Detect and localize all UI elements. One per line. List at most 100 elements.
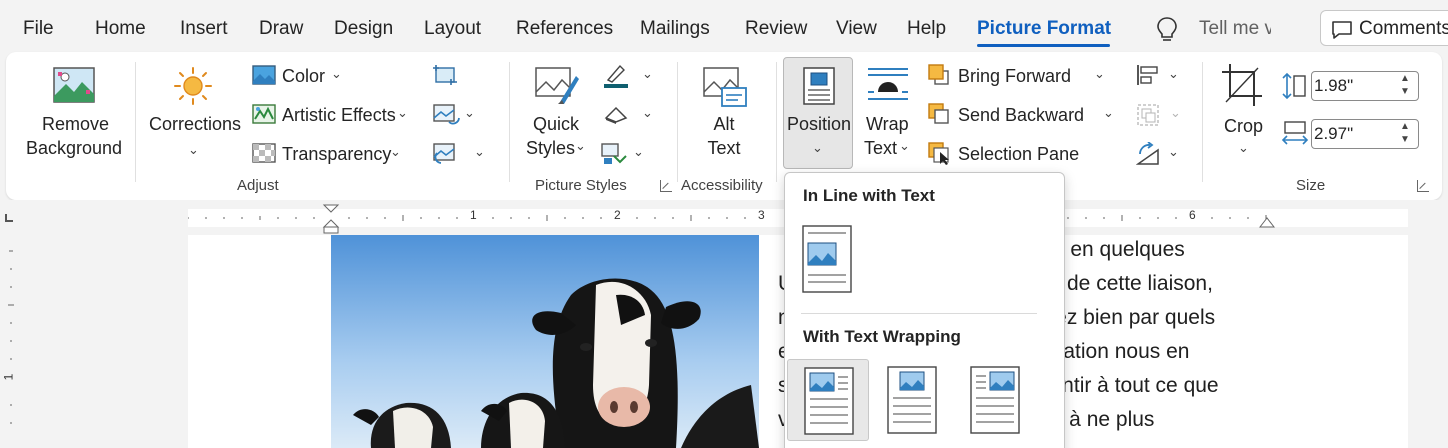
- tab-picture-format[interactable]: Picture Format: [977, 18, 1111, 40]
- tab-review[interactable]: Review: [745, 18, 807, 40]
- position-top-left-option[interactable]: [787, 359, 869, 441]
- chevron-down-icon: ⌄: [331, 66, 342, 81]
- chevron-down-icon: ⌄: [1238, 140, 1249, 155]
- spin-down-icon[interactable]: ▼: [1400, 87, 1410, 97]
- chevron-down-icon: ⌄: [1103, 105, 1114, 120]
- alt-text-line2: Text: [707, 138, 741, 158]
- crop-icon: [1222, 64, 1262, 106]
- chevron-down-icon[interactable]: ⌄: [464, 105, 475, 121]
- remove-background-line2: Background: [25, 138, 123, 158]
- ribbon-separator: [509, 62, 510, 182]
- selected-picture-cows[interactable]: [331, 235, 759, 448]
- tab-insert[interactable]: Insert: [180, 18, 228, 40]
- chevron-down-icon[interactable]: ⌄: [642, 66, 653, 82]
- picture-styles-group-label: Picture Styles: [535, 177, 627, 194]
- spin-down-icon[interactable]: ▼: [1400, 135, 1410, 145]
- crop-label: Crop: [1224, 116, 1264, 136]
- chevron-down-icon[interactable]: ⌄: [1168, 66, 1179, 82]
- width-spinner[interactable]: ▲ ▼: [1311, 119, 1419, 149]
- wrapping-heading: With Text Wrapping: [803, 327, 961, 346]
- right-indent-marker-icon[interactable]: [1259, 217, 1275, 229]
- group-icon: [1137, 104, 1159, 126]
- ribbon-separator: [677, 62, 678, 182]
- remove-background-icon: [53, 67, 95, 103]
- height-spinner[interactable]: ▲ ▼: [1311, 71, 1419, 101]
- align-icon[interactable]: [1136, 64, 1162, 86]
- size-launcher-icon[interactable]: [1417, 180, 1429, 192]
- quick-styles-line1: Quick: [532, 114, 579, 134]
- tab-view[interactable]: View: [836, 18, 877, 40]
- alt-text-line1: Alt: [713, 114, 735, 134]
- width-input[interactable]: [1314, 123, 1394, 145]
- indent-marker-icon[interactable]: [322, 203, 340, 235]
- picture-border-icon[interactable]: [602, 64, 630, 88]
- picture-effects-icon[interactable]: [602, 104, 630, 124]
- chevron-down-icon: ⌄: [812, 140, 823, 155]
- picture-styles-launcher-icon[interactable]: [660, 180, 672, 192]
- tab-file[interactable]: File: [23, 18, 54, 40]
- reset-picture-icon[interactable]: [433, 143, 461, 165]
- change-picture-icon[interactable]: [433, 104, 461, 126]
- remove-background-line1: Remove: [42, 114, 110, 134]
- rotate-icon[interactable]: [1136, 142, 1162, 166]
- chevron-down-icon[interactable]: ⌄: [474, 144, 485, 160]
- position-inline-option[interactable]: [802, 225, 852, 293]
- spin-up-icon[interactable]: ▲: [1400, 122, 1410, 132]
- chevron-down-icon[interactable]: ⌄: [633, 144, 644, 160]
- ruler-number: 2: [614, 208, 621, 222]
- height-icon: [1282, 72, 1306, 100]
- ribbon-separator: [135, 62, 136, 182]
- alt-text-icon: [703, 67, 747, 107]
- artistic-effects-label: Artistic Effects: [282, 105, 396, 125]
- position-dropdown-menu: In Line with Text With Text Wrapping: [784, 172, 1065, 448]
- adjust-group-label: Adjust: [237, 177, 279, 194]
- picture-layout-icon[interactable]: [600, 142, 628, 166]
- color-label: Color: [282, 66, 326, 86]
- position-top-center-option[interactable]: [887, 366, 937, 434]
- wrap-text-icon: [868, 68, 908, 100]
- corrections-label: Corrections: [149, 114, 242, 134]
- position-top-right-option[interactable]: [970, 366, 1020, 434]
- tab-selector-icon[interactable]: [5, 214, 13, 222]
- tab-draw[interactable]: Draw: [259, 18, 303, 40]
- chevron-down-icon: ⌄: [1094, 66, 1105, 81]
- tab-help[interactable]: Help: [907, 18, 946, 40]
- lightbulb-icon[interactable]: [1155, 16, 1179, 44]
- ribbon: Remove Background Corrections ⌄ Color ⌄: [6, 52, 1442, 200]
- ruler-number: 1: [470, 208, 477, 222]
- tab-references[interactable]: References: [516, 18, 613, 40]
- position-label: Position: [787, 114, 852, 134]
- tab-mailings[interactable]: Mailings: [640, 18, 710, 40]
- dropdown-separator: [801, 313, 1037, 314]
- tab-design[interactable]: Design: [334, 18, 393, 40]
- height-input[interactable]: [1314, 75, 1394, 97]
- compress-pictures-icon[interactable]: [433, 65, 457, 85]
- chevron-down-icon: ⌄: [397, 105, 408, 120]
- chevron-down-icon: ⌄: [899, 138, 910, 153]
- bring-forward-icon: [928, 64, 949, 85]
- send-backward-label: Send Backward: [958, 105, 1085, 125]
- chevron-down-icon[interactable]: ⌄: [1168, 144, 1179, 160]
- artistic-effects-icon: [252, 104, 276, 124]
- tab-home[interactable]: Home: [95, 18, 146, 40]
- quick-styles-line2: Styles: [526, 138, 576, 158]
- vertical-ruler: 1: [0, 235, 22, 448]
- active-tab-indicator: [977, 44, 1110, 47]
- inline-position-icon: [802, 225, 852, 293]
- tell-me-search[interactable]: Tell me v: [1199, 18, 1271, 40]
- menu-bar: File Home Insert Draw Design Layout Refe…: [0, 0, 1448, 52]
- selection-pane-label: Selection Pane: [958, 144, 1080, 164]
- vertical-ruler-ticks: [8, 250, 14, 424]
- color-icon: [252, 65, 276, 85]
- quick-styles-icon: [535, 67, 579, 104]
- send-backward-icon: [928, 103, 949, 124]
- chevron-down-icon[interactable]: ⌄: [642, 105, 653, 121]
- spin-up-icon[interactable]: ▲: [1400, 74, 1410, 84]
- transparency-icon: [252, 143, 276, 163]
- tab-layout[interactable]: Layout: [424, 18, 481, 40]
- accessibility-group-label: Accessibility: [681, 177, 763, 194]
- comments-label: Comments: [1359, 18, 1448, 39]
- comments-button[interactable]: Comments: [1320, 10, 1448, 46]
- wrap-text-line2: Text: [864, 138, 898, 158]
- top-right-position-icon: [970, 366, 1020, 434]
